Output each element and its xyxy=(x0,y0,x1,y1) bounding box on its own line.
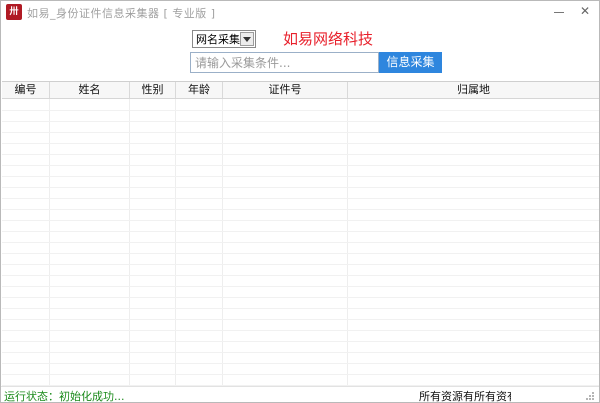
resize-grip-icon[interactable] xyxy=(581,389,595,401)
row-divider xyxy=(2,330,599,331)
row-divider xyxy=(2,297,599,298)
column-header-id[interactable]: 编号 xyxy=(2,82,50,98)
search-condition-input[interactable] xyxy=(190,52,379,73)
row-divider xyxy=(2,143,599,144)
row-divider xyxy=(2,209,599,210)
row-divider xyxy=(2,319,599,320)
row-divider xyxy=(2,275,599,276)
collect-button[interactable]: 信息采集 xyxy=(379,52,442,73)
mode-select-value: 网名采集 xyxy=(196,33,240,46)
close-button[interactable]: ✕ xyxy=(575,3,595,19)
row-divider xyxy=(2,341,599,342)
column-header-region[interactable]: 归属地 xyxy=(348,82,599,98)
row-divider xyxy=(2,286,599,287)
column-header-gender[interactable]: 性别 xyxy=(130,82,176,98)
mode-select[interactable]: 网名采集 xyxy=(192,30,256,48)
row-divider xyxy=(2,231,599,232)
row-divider xyxy=(2,352,599,353)
row-divider xyxy=(2,187,599,188)
results-table[interactable]: 编号 姓名 性别 年龄 证件号 归属地 xyxy=(2,81,599,386)
row-divider xyxy=(2,121,599,122)
column-header-name[interactable]: 姓名 xyxy=(50,82,130,98)
row-divider xyxy=(2,165,599,166)
copyright-text: 所有资源有所有资有 xyxy=(419,390,511,403)
app-window: 卅 如易_身份证件信息采集器 [ 专业版 ] ✕ 网名采集 如易网络科技 信息采… xyxy=(0,0,600,403)
window-title: 如易_身份证件信息采集器 [ 专业版 ] xyxy=(27,7,216,20)
row-divider xyxy=(2,264,599,265)
chevron-down-icon[interactable] xyxy=(240,32,254,46)
brand-logo-text: 如易网络科技 xyxy=(283,30,374,48)
column-header-id-number[interactable]: 证件号 xyxy=(223,82,348,98)
row-divider xyxy=(2,176,599,177)
row-divider xyxy=(2,132,599,133)
row-divider xyxy=(2,198,599,199)
close-icon: ✕ xyxy=(579,4,591,18)
row-divider xyxy=(2,220,599,221)
column-header-age[interactable]: 年龄 xyxy=(176,82,223,98)
row-divider xyxy=(2,374,599,375)
table-header: 编号 姓名 性别 年龄 证件号 归属地 xyxy=(2,82,599,99)
minimize-icon xyxy=(554,12,564,13)
minimize-button[interactable] xyxy=(549,3,569,19)
row-divider xyxy=(2,154,599,155)
row-divider xyxy=(2,253,599,254)
status-text: 运行状态：初始化成功... xyxy=(4,390,125,403)
toolbar: 网名采集 如易网络科技 信息采集 xyxy=(1,23,599,81)
row-divider xyxy=(2,363,599,364)
app-icon: 卅 xyxy=(6,4,22,20)
table-body xyxy=(2,99,599,386)
row-divider xyxy=(2,242,599,243)
row-divider xyxy=(2,308,599,309)
status-bar: 运行状态：初始化成功... 所有资源有所有资有 xyxy=(1,386,599,403)
row-divider xyxy=(2,110,599,111)
title-bar[interactable]: 卅 如易_身份证件信息采集器 [ 专业版 ] ✕ xyxy=(1,1,599,23)
